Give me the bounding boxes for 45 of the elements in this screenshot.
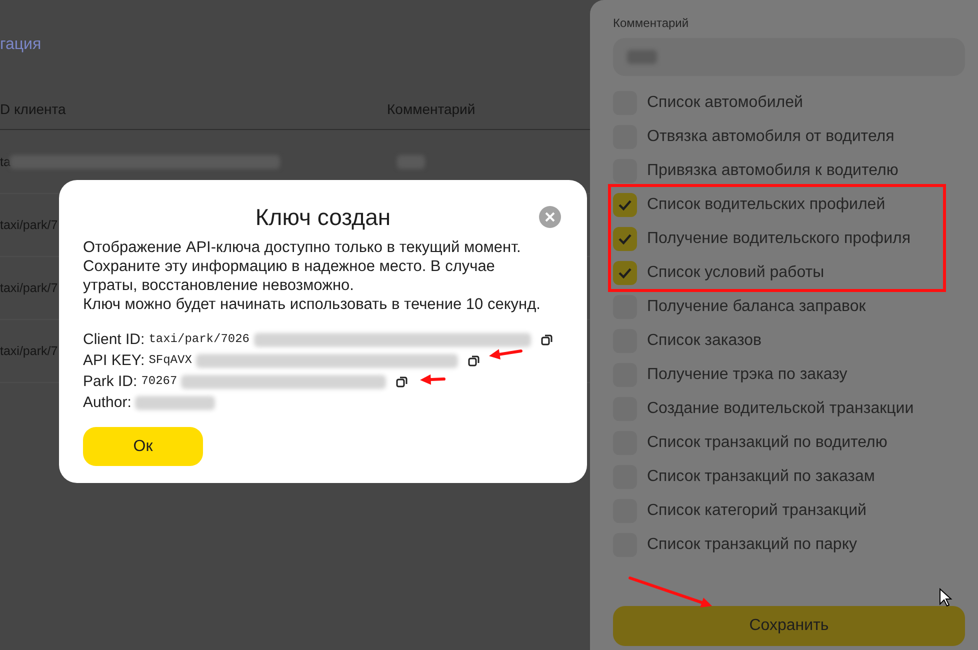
field-label: API KEY:	[83, 351, 145, 371]
checkbox[interactable]	[613, 193, 637, 217]
check-icon	[618, 233, 632, 245]
checkbox[interactable]	[613, 159, 637, 183]
checkbox-label: Список условий работы	[647, 263, 824, 283]
checkbox-label: Список транзакций по водителю	[647, 433, 888, 453]
field-label: Client ID:	[83, 330, 145, 350]
copy-icon[interactable]	[540, 334, 553, 346]
comment-field[interactable]	[613, 38, 965, 76]
save-button[interactable]: Сохранить	[613, 606, 965, 646]
dialog-message: Отображение API-ключа доступно только в текущий момент.	[83, 238, 522, 257]
field-label: Комментарий	[613, 15, 690, 32]
field-label: Author:	[83, 393, 132, 413]
close-icon	[545, 212, 555, 222]
checkbox-label: Привязка автомобиля к водителю	[647, 161, 898, 181]
arrow-annotation	[420, 374, 446, 385]
field-value: SFqAVX	[148, 352, 192, 369]
check-icon	[618, 267, 632, 279]
arrow-annotation	[489, 349, 522, 360]
field-value: 70267	[141, 373, 178, 390]
checkbox[interactable]	[613, 261, 637, 285]
checkbox-label: Список транзакций по парку	[647, 535, 858, 555]
cursor-icon	[939, 588, 953, 608]
ok-button[interactable]: Ок	[83, 427, 203, 466]
dialog-message: Ключ можно будет начинать использовать в течение 10 секунд.	[83, 295, 542, 314]
checkbox-label: Отвязка автомобиля от водителя	[647, 127, 894, 147]
dialog-title: Ключ создан	[255, 203, 391, 232]
checkbox-label: Список заказов	[647, 331, 762, 351]
page-link[interactable]: гация	[0, 33, 42, 57]
check-icon	[618, 199, 632, 211]
checkbox-label: Список водительских профилей	[647, 195, 886, 215]
checkbox-label: Список категорий транзакций	[647, 501, 866, 521]
field-value: taxi/park/7026	[148, 331, 250, 348]
dialog-message: Сохраните эту информацию в надежное место. В случае утраты, восстановление невозможно.	[83, 257, 496, 295]
copy-icon[interactable]	[396, 376, 408, 388]
checkbox-label: Получение трэка по заказу	[647, 365, 848, 385]
close-button[interactable]	[539, 206, 561, 228]
checkbox-label: Получение баланса заправок	[647, 297, 866, 317]
checkbox-label: Получение водительского профиля	[647, 229, 911, 249]
checkbox-label: Создание водительской транзакции	[647, 399, 914, 419]
checkbox-label: Список автомобилей	[647, 93, 803, 113]
checkbox[interactable]	[613, 227, 637, 251]
field-label: Park ID:	[83, 372, 138, 392]
copy-icon[interactable]	[468, 354, 480, 366]
checkbox-label: Список транзакций по заказам	[647, 467, 875, 487]
